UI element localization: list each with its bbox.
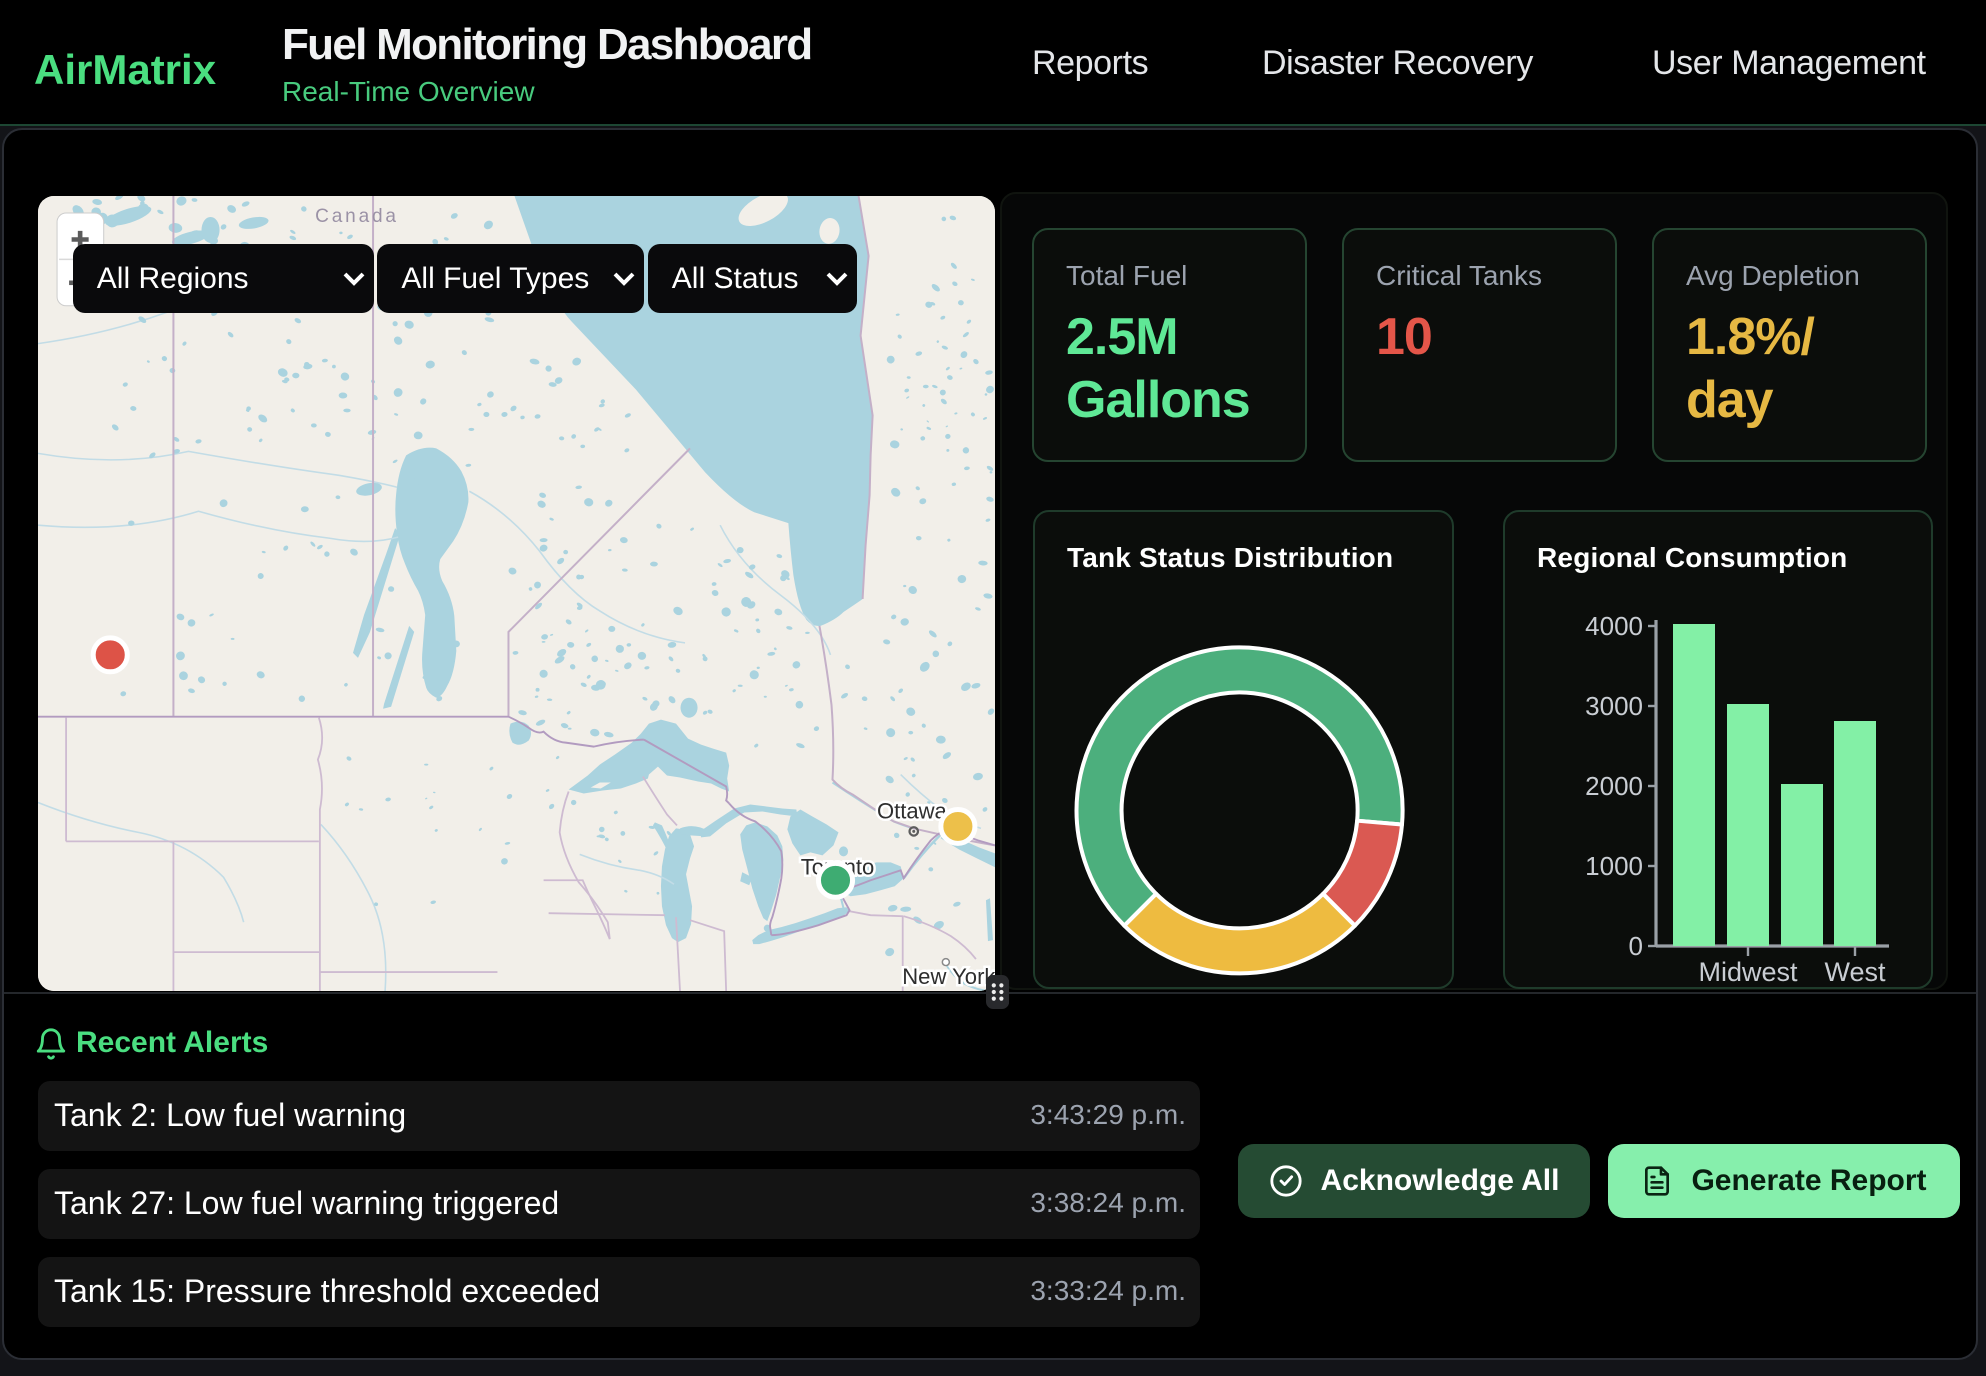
svg-text:4000: 4000 xyxy=(1585,611,1643,641)
svg-text:Midwest: Midwest xyxy=(1698,957,1798,987)
svg-text:Ottawa: Ottawa xyxy=(877,798,948,823)
svg-text:West: West xyxy=(1824,957,1886,987)
svg-text:0: 0 xyxy=(1629,931,1643,961)
svg-text:2000: 2000 xyxy=(1585,771,1643,801)
svg-text:New York: New York xyxy=(902,964,995,989)
svg-text:Canada: Canada xyxy=(315,206,399,227)
svg-text:1000: 1000 xyxy=(1585,851,1643,881)
svg-text:3000: 3000 xyxy=(1585,691,1643,721)
